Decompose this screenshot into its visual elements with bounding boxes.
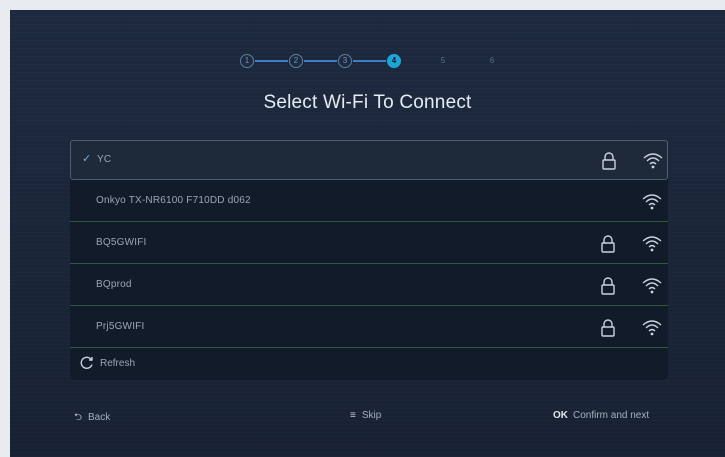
wifi-icon xyxy=(643,153,663,169)
step-connector xyxy=(304,60,337,62)
step-1: 1 xyxy=(240,54,254,68)
step-connector xyxy=(353,60,386,62)
ok-key-icon: OK xyxy=(553,410,568,421)
lock-icon xyxy=(601,235,615,253)
step-2: 2 xyxy=(289,54,303,68)
lock-icon xyxy=(602,152,616,170)
wifi-network-list: ✓ YC Onkyo TX-NR6100 F710DD d062 BQ5GWIF… xyxy=(70,140,668,380)
wifi-network-item[interactable]: BQ5GWIFI xyxy=(70,224,668,264)
wifi-network-item[interactable]: ✓ YC xyxy=(70,140,668,180)
back-button[interactable]: ⮌ Back xyxy=(74,410,110,427)
lock-icon xyxy=(601,319,615,337)
setup-screen: 1 2 3 4 5 6 Select Wi-Fi To Connect ✓ YC xyxy=(10,10,725,457)
wifi-icon xyxy=(642,194,662,210)
wifi-network-item[interactable]: Prj5GWIFI xyxy=(70,308,668,348)
step-3: 3 xyxy=(338,54,352,68)
lock-icon xyxy=(601,277,615,295)
network-ssid: BQ5GWIFI xyxy=(96,237,147,248)
page-title: Select Wi-Fi To Connect xyxy=(263,92,472,113)
back-icon: ⮌ xyxy=(74,412,83,423)
footer-actions: ⮌ Back ≡ Skip OK Confirm and next xyxy=(10,408,725,428)
menu-icon: ≡ xyxy=(350,410,356,421)
wifi-icon xyxy=(642,236,662,252)
skip-label: Skip xyxy=(361,410,382,421)
refresh-label: Refresh xyxy=(100,358,136,369)
network-ssid: BQprod xyxy=(96,279,132,290)
wifi-network-item[interactable]: Onkyo TX-NR6100 F710DD d062 xyxy=(70,182,668,222)
wifi-network-item[interactable]: BQprod xyxy=(70,266,668,306)
check-icon: ✓ xyxy=(82,153,92,165)
confirm-button[interactable]: OK Confirm and next xyxy=(553,410,649,421)
network-ssid: Prj5GWIFI xyxy=(96,321,145,332)
back-label: Back xyxy=(88,412,111,423)
confirm-label: Confirm and next xyxy=(573,410,650,421)
network-ssid: Onkyo TX-NR6100 F710DD d062 xyxy=(96,195,251,206)
wifi-icon xyxy=(642,278,662,294)
setup-stepper: 1 2 3 4 5 6 xyxy=(10,52,725,72)
step-connector xyxy=(255,60,288,62)
step-6: 6 xyxy=(489,56,495,65)
skip-button[interactable]: ≡ Skip xyxy=(350,410,381,421)
step-4-current: 4 xyxy=(387,54,401,68)
refresh-icon xyxy=(80,356,93,369)
step-5: 5 xyxy=(440,56,446,65)
network-ssid: YC xyxy=(97,154,112,165)
refresh-button[interactable]: Refresh xyxy=(70,348,668,380)
wifi-icon xyxy=(642,320,662,336)
